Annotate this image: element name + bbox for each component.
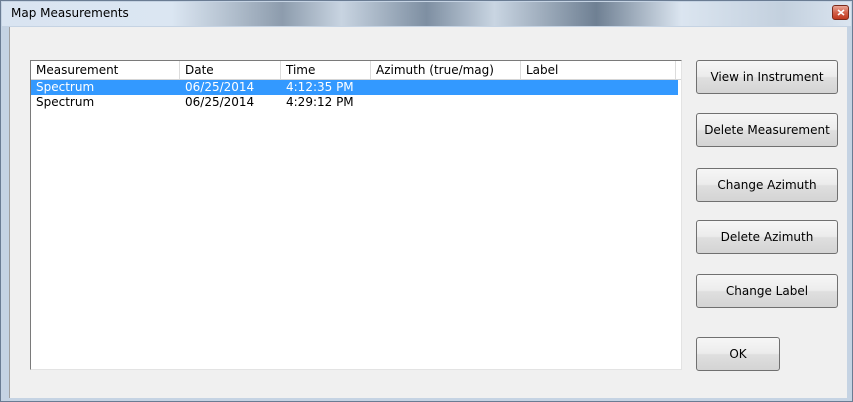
close-button[interactable] — [832, 5, 849, 20]
cell-measurement: Spectrum — [36, 95, 95, 109]
column-header-azimuth[interactable]: Azimuth (true/mag) — [371, 61, 521, 79]
table-row[interactable]: Spectrum 06/25/2014 4:29:12 PM — [31, 95, 678, 110]
delete-measurement-button[interactable]: Delete Measurement — [696, 113, 838, 147]
measurements-list[interactable]: Measurement Date Time Azimuth (true/mag)… — [30, 60, 682, 370]
dialog-window: Map Measurements Measurement Date Time A… — [0, 0, 853, 402]
change-azimuth-button[interactable]: Change Azimuth — [696, 168, 838, 202]
dialog-client-area: Measurement Date Time Azimuth (true/mag)… — [9, 27, 847, 398]
cell-time: 4:29:12 PM — [286, 95, 354, 109]
column-header-date[interactable]: Date — [180, 61, 281, 79]
ok-button[interactable]: OK — [696, 337, 780, 371]
cell-date: 06/25/2014 — [185, 95, 255, 109]
view-in-instrument-button[interactable]: View in Instrument — [696, 60, 838, 94]
close-icon — [837, 9, 845, 16]
cell-date: 06/25/2014 — [185, 80, 255, 94]
table-row[interactable]: Spectrum 06/25/2014 4:12:35 PM — [31, 80, 678, 95]
column-header-label[interactable]: Label — [521, 61, 676, 79]
title-bar[interactable]: Map Measurements — [2, 2, 851, 26]
delete-azimuth-button[interactable]: Delete Azimuth — [696, 220, 838, 254]
cell-time: 4:12:35 PM — [286, 80, 354, 94]
list-header: Measurement Date Time Azimuth (true/mag)… — [31, 61, 681, 80]
window-title: Map Measurements — [11, 6, 129, 20]
change-label-button[interactable]: Change Label — [696, 274, 838, 308]
column-header-time[interactable]: Time — [281, 61, 371, 79]
column-header-measurement[interactable]: Measurement — [31, 61, 180, 79]
cell-measurement: Spectrum — [36, 80, 95, 94]
